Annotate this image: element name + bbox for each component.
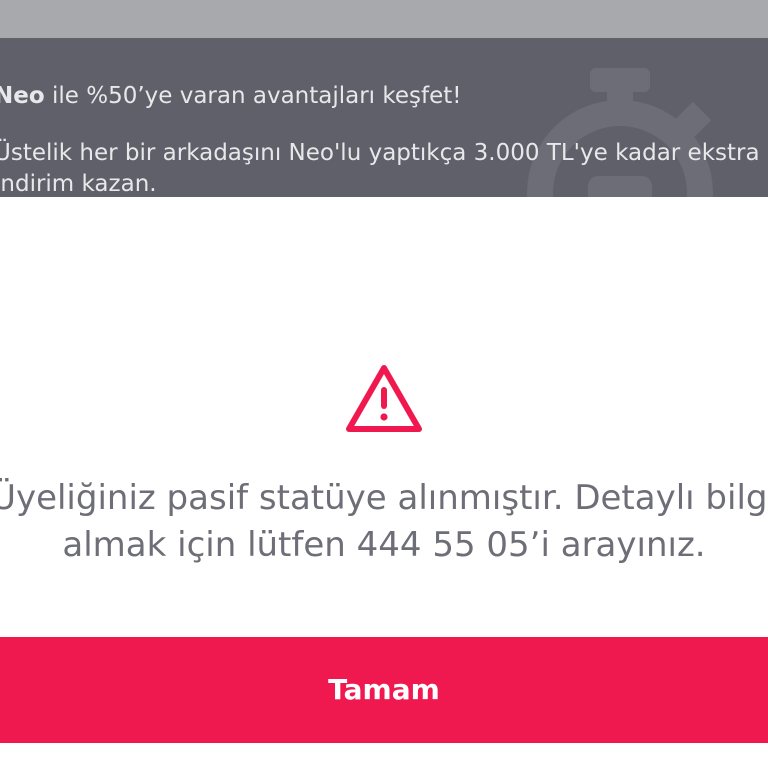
banner-headline: Neo ile %50’ye varan avantajları keşfet! xyxy=(0,83,462,109)
status-bar xyxy=(0,0,768,38)
ok-button[interactable]: Tamam xyxy=(0,637,768,743)
screen: Neo ile %50’ye varan avantajları keşfet!… xyxy=(0,0,768,768)
banner-paragraph: Üstelik her bir arkadaşını Neo'lu yaptık… xyxy=(0,140,760,197)
promo-banner: Neo ile %50’ye varan avantajları keşfet!… xyxy=(0,38,768,197)
banner-headline-text: ile %50’ye varan avantajları keşfet! xyxy=(44,83,462,109)
alert-message: Üyeliğiniz pasif statüye alınmıştır. Det… xyxy=(0,478,768,565)
warning-triangle-icon xyxy=(346,365,422,432)
brand-name: Neo xyxy=(0,83,45,109)
alert-dialog: Üyeliğiniz pasif statüye alınmıştır. Det… xyxy=(0,197,768,768)
